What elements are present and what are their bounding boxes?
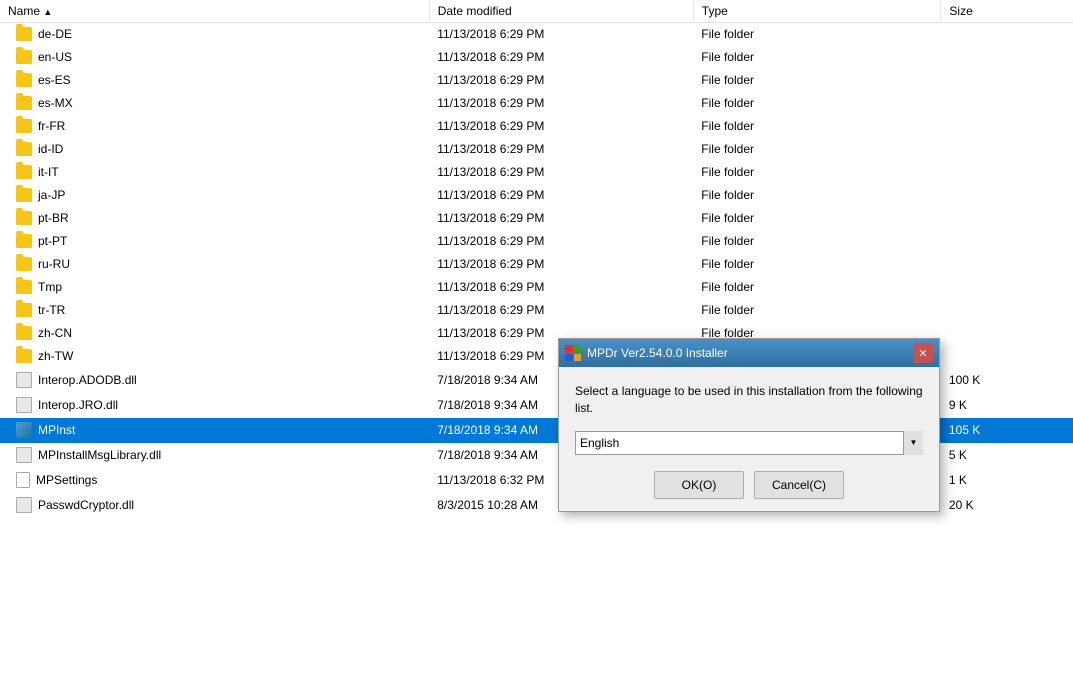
language-select-wrapper: EnglishJapaneseGermanFrenchSpanish ▼ [575,431,923,455]
dialog-buttons: OK(O) Cancel(C) [575,471,923,499]
ok-button[interactable]: OK(O) [654,471,744,499]
dialog-close-button[interactable]: ✕ [913,343,933,363]
dialog-body: Select a language to be used in this ins… [559,367,939,511]
installer-dialog: MPDr Ver2.54.0.0 Installer ✕ Select a la… [558,338,940,512]
cancel-button[interactable]: Cancel(C) [754,471,844,499]
dialog-title-left: MPDr Ver2.54.0.0 Installer [565,345,728,361]
installer-icon [565,345,581,361]
dialog-message: Select a language to be used in this ins… [575,383,923,417]
dialog-titlebar: MPDr Ver2.54.0.0 Installer ✕ [559,339,939,367]
dialog-select-row: EnglishJapaneseGermanFrenchSpanish ▼ [575,431,923,455]
language-select[interactable]: EnglishJapaneseGermanFrenchSpanish [575,431,923,455]
dialog-overlay: MPDr Ver2.54.0.0 Installer ✕ Select a la… [0,0,1073,700]
dialog-title-text: MPDr Ver2.54.0.0 Installer [587,346,728,360]
